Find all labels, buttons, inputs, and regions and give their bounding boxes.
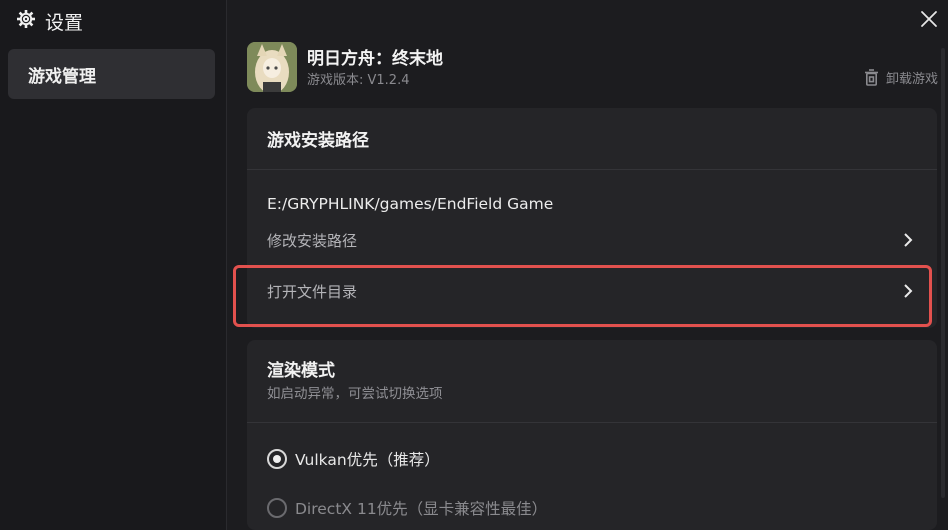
divider	[247, 169, 937, 170]
render-mode-subtitle: 如启动异常，可尝试切换选项	[267, 386, 443, 402]
divider	[247, 422, 937, 423]
trash-icon	[864, 69, 878, 86]
radio-option-vulkan[interactable]: Vulkan优先（推荐）	[267, 448, 440, 470]
settings-window: 设置 游戏管理 明日方舟：终末地 游戏版本: V1.2.4 卸载游戏 游戏安装路…	[0, 0, 948, 530]
radio-option-label: DirectX 11优先（显卡兼容性最佳）	[295, 500, 548, 518]
modify-install-path-label: 修改安装路径	[267, 231, 358, 250]
radio-option-label: Vulkan优先（推荐）	[295, 451, 440, 469]
game-version: 游戏版本: V1.2.4	[307, 73, 410, 88]
modify-install-path-row[interactable]: 修改安装路径	[247, 226, 937, 254]
radio-unselected-icon[interactable]	[267, 498, 287, 518]
gear-icon	[16, 9, 36, 33]
radio-option-directx[interactable]: DirectX 11优先（显卡兼容性最佳）	[267, 497, 547, 519]
chevron-right-icon	[904, 233, 913, 247]
open-file-directory-row[interactable]: 打开文件目录	[247, 271, 937, 311]
close-button[interactable]	[920, 10, 938, 28]
radio-selected-icon[interactable]	[267, 449, 287, 469]
render-mode-title: 渲染模式	[267, 361, 335, 381]
render-mode-card: 渲染模式 如启动异常，可尝试切换选项 Vulkan优先（推荐） DirectX …	[247, 340, 937, 530]
main-panel: 明日方舟：终末地 游戏版本: V1.2.4 卸载游戏 游戏安装路径 E:/GRY…	[227, 0, 948, 530]
install-path-value: E:/GRYPHLINK/games/EndField Game	[267, 195, 554, 213]
close-icon	[921, 11, 937, 27]
install-path-card: 游戏安装路径 E:/GRYPHLINK/games/EndField Game …	[247, 108, 937, 328]
game-header: 明日方舟：终末地 游戏版本: V1.2.4	[247, 42, 937, 92]
uninstall-label: 卸载游戏	[885, 72, 938, 87]
sidebar-header: 设置	[16, 8, 83, 34]
game-name: 明日方舟：终末地	[307, 49, 443, 69]
chevron-right-icon	[904, 284, 913, 298]
uninstall-button[interactable]: 卸载游戏	[864, 68, 938, 87]
open-file-directory-label: 打开文件目录	[267, 282, 358, 301]
scrollbar[interactable]	[941, 48, 945, 498]
sidebar-item-game-management[interactable]: 游戏管理	[8, 49, 215, 99]
settings-title: 设置	[45, 11, 84, 34]
install-path-title: 游戏安装路径	[267, 131, 369, 151]
sidebar: 设置 游戏管理	[0, 0, 227, 530]
game-icon	[247, 42, 297, 92]
